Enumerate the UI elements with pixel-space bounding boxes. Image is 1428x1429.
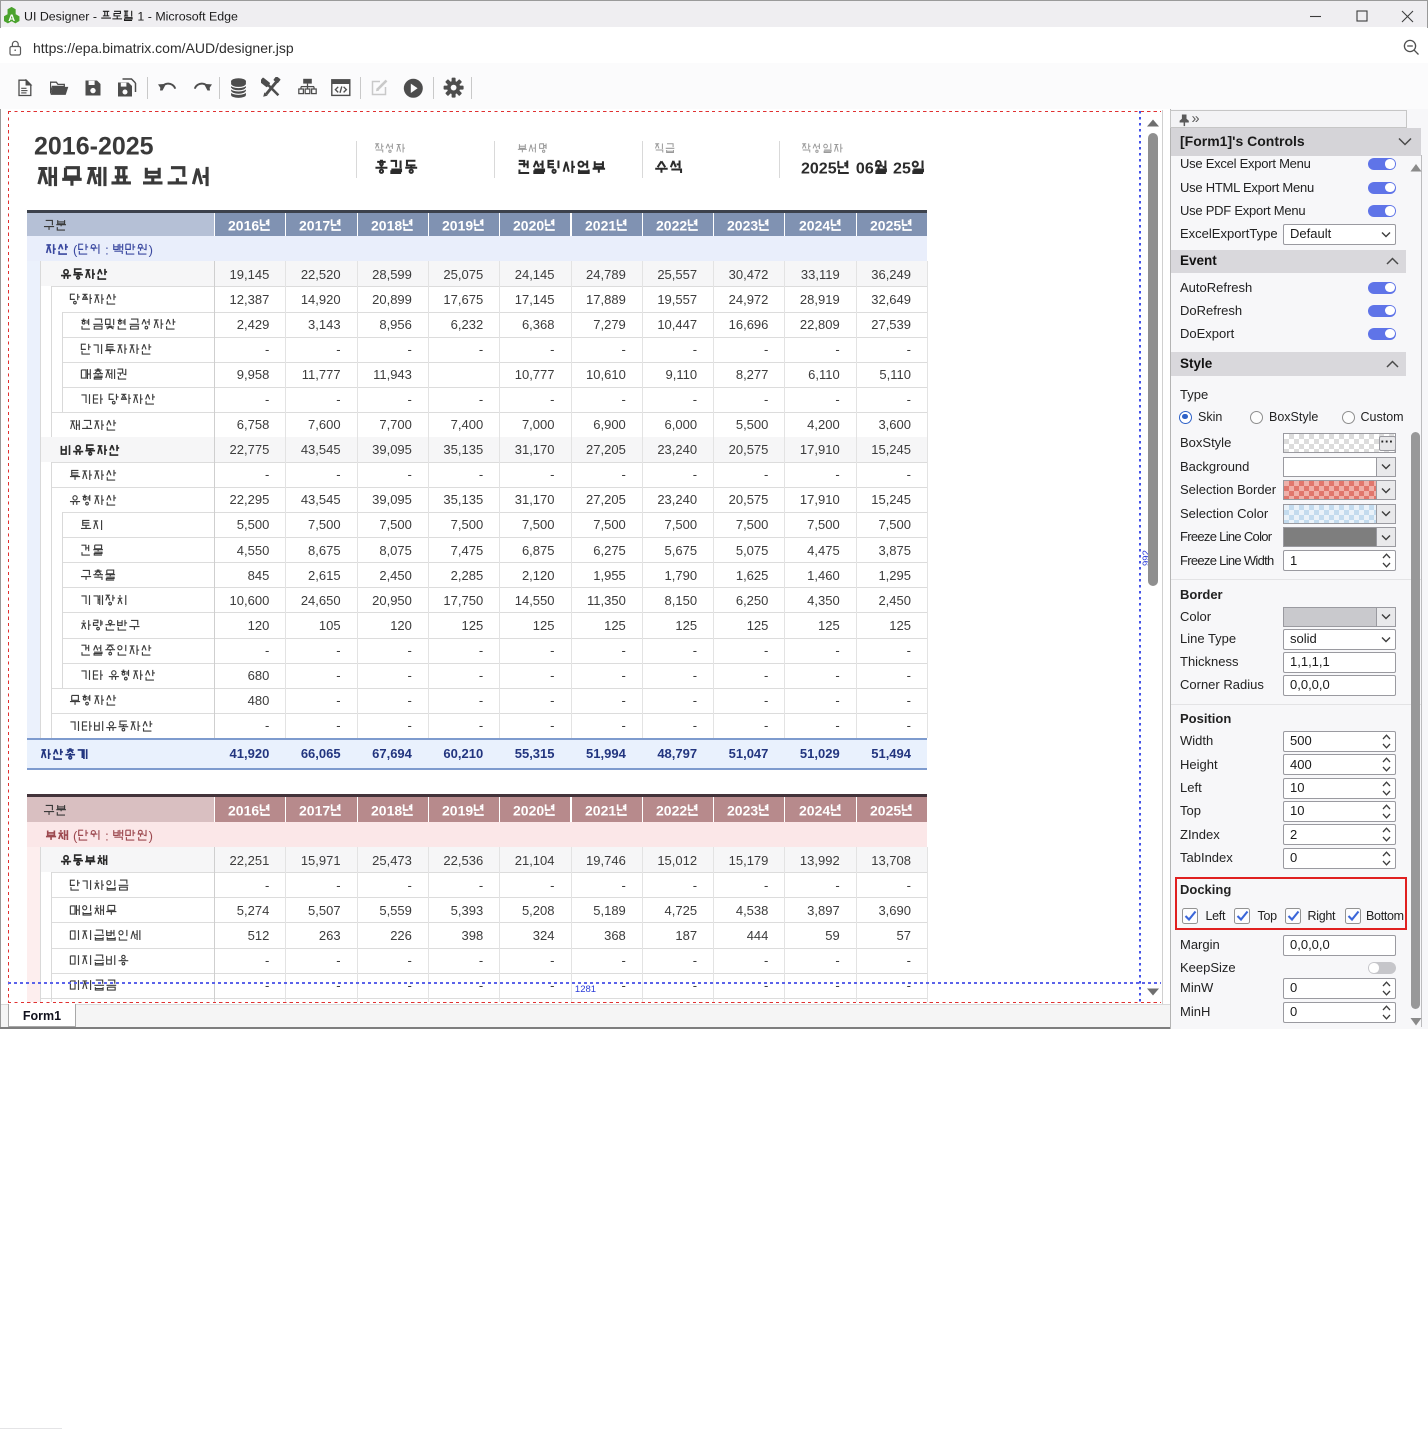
svg-text:2017: 2017 <box>299 217 330 233</box>
svg-text:A: A <box>8 13 15 24</box>
svg-text:2017: 2017 <box>299 802 330 818</box>
svg-text:(: ( <box>73 828 78 843</box>
svg-text:2022: 2022 <box>656 802 687 818</box>
svg-text:2024: 2024 <box>799 802 830 818</box>
svg-text:2016: 2016 <box>228 802 259 818</box>
svg-text:2016: 2016 <box>228 217 259 233</box>
svg-text:2022: 2022 <box>656 217 687 233</box>
svg-text:2016-2025: 2016-2025 <box>34 133 154 161</box>
svg-text:(: ( <box>73 242 78 257</box>
svg-text:1 - Microsoft Edge: 1 - Microsoft Edge <box>133 10 237 24</box>
svg-text:2020: 2020 <box>513 802 544 818</box>
svg-text:06: 06 <box>851 161 873 178</box>
svg-text:): ) <box>148 828 152 843</box>
svg-text:2024: 2024 <box>799 217 830 233</box>
svg-text:2018: 2018 <box>371 802 402 818</box>
svg-text:2020: 2020 <box>513 217 544 233</box>
svg-text:UI Designer -: UI Designer - <box>24 10 100 24</box>
svg-text:2021: 2021 <box>585 802 616 818</box>
svg-text:25: 25 <box>889 161 911 178</box>
svg-text:): ) <box>148 242 152 257</box>
svg-text:2018: 2018 <box>371 217 402 233</box>
svg-text:2025: 2025 <box>801 161 837 178</box>
svg-text:2025: 2025 <box>870 802 901 818</box>
svg-text::: : <box>101 242 112 257</box>
svg-text::: : <box>101 828 112 843</box>
svg-text:2019: 2019 <box>442 217 473 233</box>
svg-text:2019: 2019 <box>442 802 473 818</box>
svg-text:2021: 2021 <box>585 217 616 233</box>
svg-text:2023: 2023 <box>727 217 758 233</box>
svg-text:2025: 2025 <box>870 217 901 233</box>
svg-text:2023: 2023 <box>727 802 758 818</box>
